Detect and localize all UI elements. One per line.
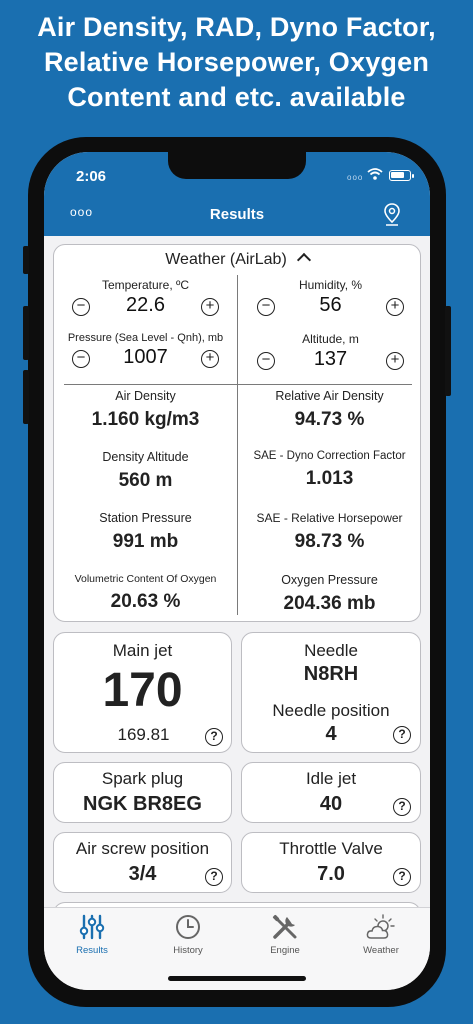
altitude-increase-button[interactable]: + bbox=[386, 352, 404, 370]
home-indicator bbox=[168, 976, 306, 981]
air-density-value: 1.160 kg/m3 bbox=[91, 409, 200, 430]
density-altitude-label: Density Altitude bbox=[102, 450, 189, 464]
idle-jet-label: Idle jet bbox=[305, 769, 357, 788]
humidity-label: Humidity, % bbox=[298, 278, 363, 292]
spark-plug-label: Spark plug bbox=[101, 769, 184, 788]
pressure-label: Pressure (Sea Level - Qnh), mb bbox=[67, 332, 224, 344]
oxygen-pressure-metric: Oxygen Pressure 204.36 mb bbox=[238, 573, 421, 615]
wifi-icon bbox=[367, 168, 383, 180]
oxygen-content-value: 20.63 % bbox=[110, 591, 181, 612]
signal-icon: ooo bbox=[347, 173, 364, 182]
chevron-up-icon[interactable] bbox=[296, 252, 311, 268]
weather-card: Weather (AirLab) Temperature, ºC − 22.6 … bbox=[53, 244, 421, 622]
tab-results-label: Results bbox=[76, 945, 108, 956]
oxygen-content-metric: Volumetric Content Of Oxygen 20.63 % bbox=[54, 573, 237, 613]
density-altitude-metric: Density Altitude 560 m bbox=[54, 450, 237, 492]
dyno-factor-label: SAE - Dyno Correction Factor bbox=[253, 450, 406, 462]
main-jet-card[interactable]: Main jet 170 169.81 ? bbox=[53, 632, 232, 753]
needle-value: N8RH bbox=[303, 663, 359, 685]
help-icon[interactable]: ? bbox=[205, 868, 223, 886]
promo-headline: Air Density, RAD, Dyno Factor, Relative … bbox=[0, 10, 473, 115]
weather-title: Weather (AirLab) bbox=[165, 251, 287, 268]
dyno-factor-metric: SAE - Dyno Correction Factor 1.013 bbox=[238, 450, 421, 490]
station-pressure-value: 991 mb bbox=[112, 531, 179, 552]
location-pin-icon[interactable] bbox=[383, 203, 401, 227]
spark-plug-value: NGK BR8EG bbox=[83, 793, 202, 815]
station-pressure-label: Station Pressure bbox=[99, 511, 192, 525]
altitude-control: Altitude, m − 137 + bbox=[243, 332, 418, 374]
relative-horsepower-label: SAE - Relative Horsepower bbox=[256, 511, 403, 525]
tab-weather[interactable]: Weather bbox=[333, 914, 429, 956]
help-icon[interactable]: ? bbox=[393, 798, 411, 816]
help-icon[interactable]: ? bbox=[393, 868, 411, 886]
idle-jet-card[interactable]: Idle jet 40 ? bbox=[241, 762, 421, 823]
humidity-control: Humidity, % − 56 + bbox=[243, 278, 418, 320]
main-jet-label: Main jet bbox=[112, 641, 173, 660]
throttle-valve-card[interactable]: Throttle Valve 7.0 ? bbox=[241, 832, 421, 893]
air-density-label: Air Density bbox=[115, 389, 176, 403]
temperature-increase-button[interactable]: + bbox=[201, 298, 219, 316]
main-jet-value: 170 bbox=[102, 664, 183, 717]
weather-header[interactable]: Weather (AirLab) bbox=[54, 251, 420, 269]
pressure-increase-button[interactable]: + bbox=[201, 350, 219, 368]
air-screw-label: Air screw position bbox=[75, 839, 210, 858]
page-title: Results bbox=[209, 206, 265, 223]
cloud-sun-icon bbox=[366, 914, 395, 939]
oxygen-pressure-label: Oxygen Pressure bbox=[281, 573, 378, 587]
humidity-increase-button[interactable]: + bbox=[386, 298, 404, 316]
altitude-label: Altitude, m bbox=[302, 332, 359, 346]
throttle-valve-label: Throttle Valve bbox=[279, 839, 383, 858]
density-altitude-value: 560 m bbox=[118, 470, 173, 491]
relative-horsepower-metric: SAE - Relative Horsepower 98.73 % bbox=[238, 511, 421, 553]
help-icon[interactable]: ? bbox=[393, 726, 411, 744]
horizontal-divider bbox=[64, 384, 412, 385]
tab-history[interactable]: History bbox=[140, 914, 236, 956]
relative-air-density-label: Relative Air Density bbox=[275, 389, 384, 403]
battery-level bbox=[391, 172, 404, 178]
dyno-factor-value: 1.013 bbox=[305, 468, 354, 489]
oxygen-content-label: Volumetric Content Of Oxygen bbox=[74, 573, 217, 585]
app-screen: 2:06 ooo ooo Results Weather (AirLab) Te… bbox=[44, 152, 430, 990]
needle-position-label: Needle position bbox=[272, 701, 390, 720]
tab-engine[interactable]: Engine bbox=[237, 914, 333, 956]
spark-plug-card[interactable]: Spark plug NGK BR8EG bbox=[53, 762, 232, 823]
mute-switch bbox=[23, 246, 29, 274]
needle-label: Needle bbox=[304, 641, 358, 660]
tab-weather-label: Weather bbox=[363, 945, 399, 956]
headline-line-3: Content and etc. available bbox=[67, 82, 406, 112]
tab-history-label: History bbox=[173, 945, 203, 956]
clock-icon bbox=[176, 915, 200, 939]
temperature-control: Temperature, ºC − 22.6 + bbox=[58, 278, 233, 320]
station-pressure-metric: Station Pressure 991 mb bbox=[54, 511, 237, 553]
needle-card[interactable]: Needle N8RH Needle position 4 ? bbox=[241, 632, 421, 753]
tools-icon bbox=[272, 914, 297, 939]
sliders-icon bbox=[79, 914, 105, 940]
relative-air-density-value: 94.73 % bbox=[294, 409, 365, 430]
status-time: 2:06 bbox=[76, 168, 107, 185]
air-screw-card[interactable]: Air screw position 3/4 ? bbox=[53, 832, 232, 893]
air-density-metric: Air Density 1.160 kg/m3 bbox=[54, 389, 237, 431]
oxygen-pressure-value: 204.36 mb bbox=[283, 593, 376, 614]
volume-down-button bbox=[23, 370, 29, 424]
battery-icon bbox=[389, 170, 414, 181]
help-icon[interactable]: ? bbox=[205, 728, 223, 746]
notch bbox=[168, 152, 306, 179]
power-button bbox=[445, 306, 451, 396]
volume-up-button bbox=[23, 306, 29, 360]
relative-air-density-metric: Relative Air Density 94.73 % bbox=[238, 389, 421, 431]
temperature-label: Temperature, ºC bbox=[101, 278, 190, 292]
vertical-divider bbox=[237, 275, 238, 615]
pressure-control: Pressure (Sea Level - Qnh), mb − 1007 + bbox=[58, 332, 233, 372]
relative-horsepower-value: 98.73 % bbox=[294, 531, 365, 552]
tab-results[interactable]: Results bbox=[44, 914, 140, 956]
headline-line-1: Air Density, RAD, Dyno Factor, bbox=[37, 12, 436, 42]
nav-bar: ooo Results bbox=[44, 198, 430, 236]
headline-line-2: Relative Horsepower, Oxygen bbox=[43, 47, 430, 77]
tab-engine-label: Engine bbox=[270, 945, 300, 956]
